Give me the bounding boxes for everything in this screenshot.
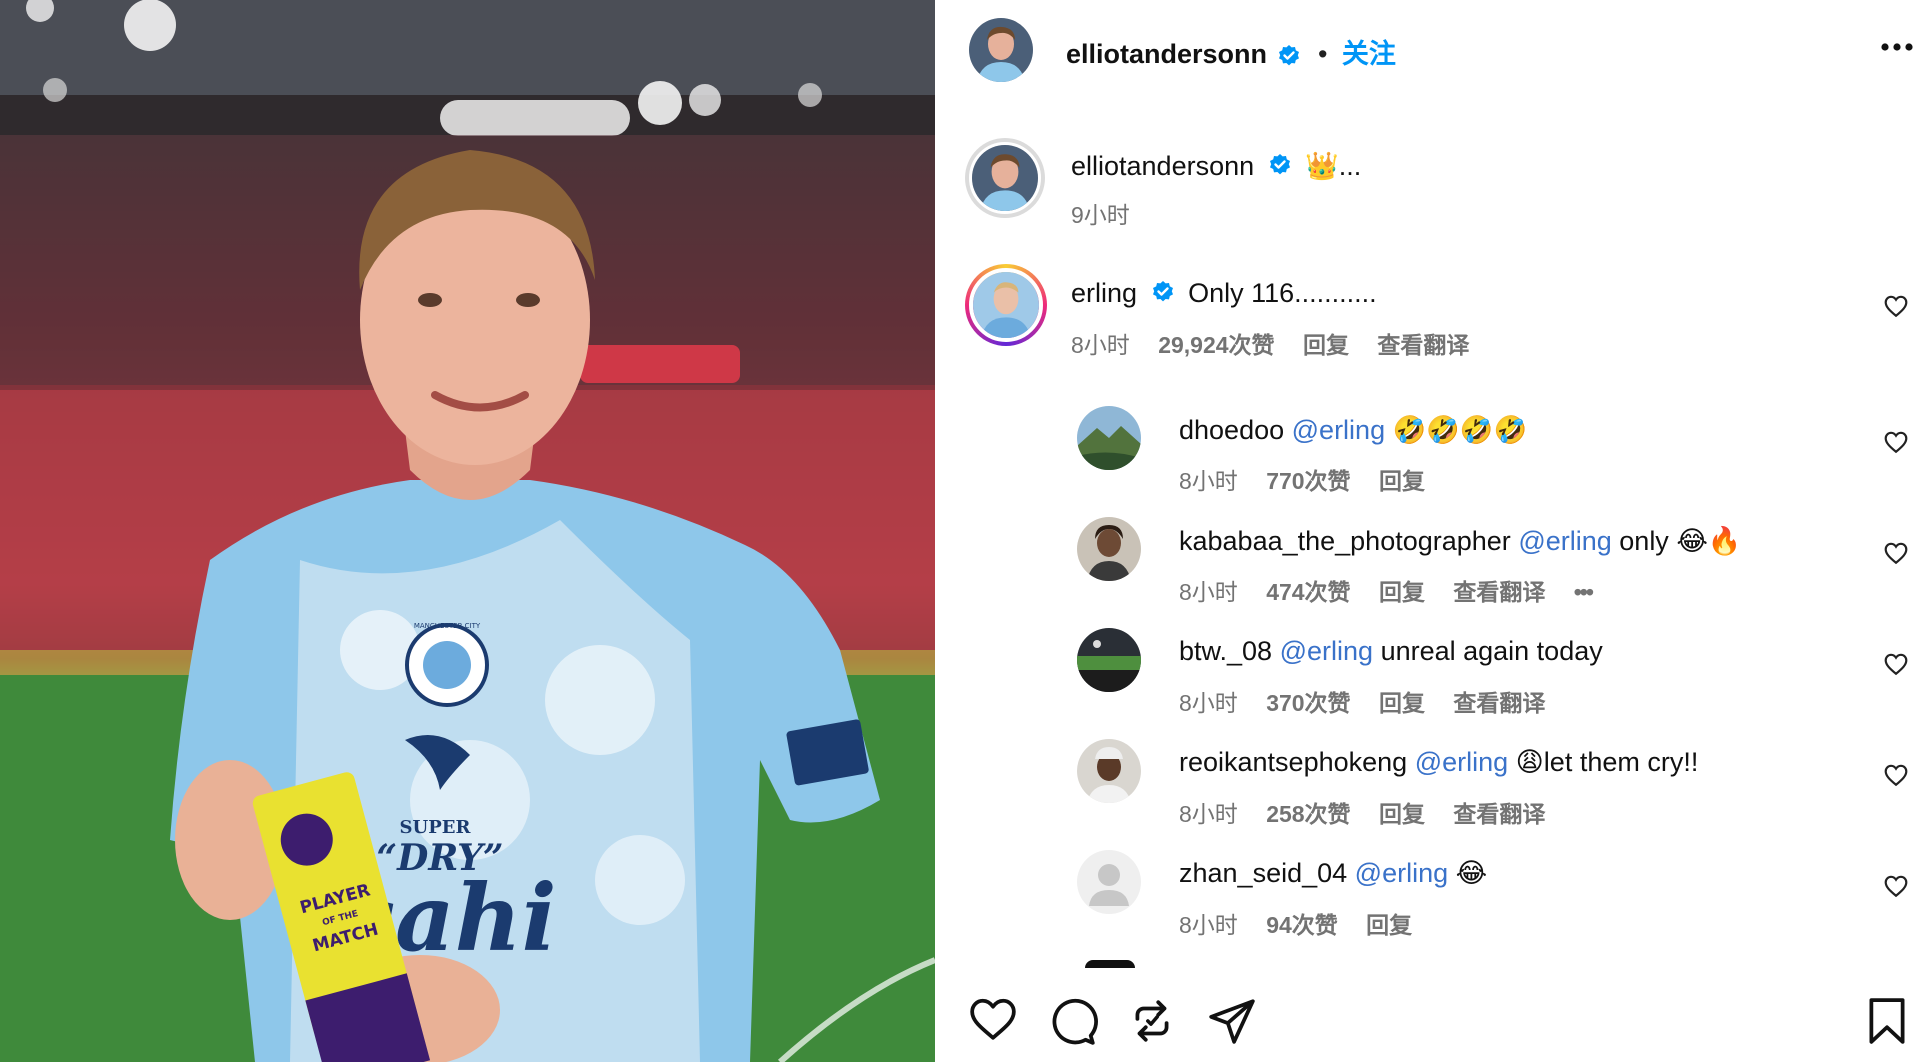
author-avatar[interactable] [969, 18, 1033, 82]
heart-icon[interactable] [1883, 762, 1909, 788]
comment-time: 8小时 [1179, 690, 1238, 716]
commenter-avatar[interactable] [1077, 628, 1141, 692]
share-icon[interactable] [1207, 996, 1257, 1046]
comment-mention[interactable]: @erling [1355, 858, 1448, 888]
bookmark-icon[interactable] [1862, 996, 1912, 1046]
reply-button[interactable]: 回复 [1379, 468, 1425, 494]
commenter-username[interactable]: zhan_seid_04 [1179, 858, 1347, 888]
heart-icon[interactable] [1883, 873, 1909, 899]
comment-likes[interactable]: 370次赞 [1266, 690, 1350, 716]
follow-button[interactable]: 关注 [1342, 39, 1396, 69]
heart-icon[interactable] [1883, 293, 1909, 319]
comment-likes[interactable]: 770次赞 [1266, 468, 1350, 494]
heart-icon[interactable] [1883, 540, 1909, 566]
comment-likes[interactable]: 94次赞 [1266, 912, 1338, 938]
reply-button[interactable]: 回复 [1379, 690, 1425, 716]
comment-time: 8小时 [1179, 801, 1238, 827]
reply-button[interactable]: 回复 [1366, 912, 1412, 938]
commenter-username[interactable]: dhoedoo [1179, 415, 1284, 445]
verified-badge-icon [1152, 281, 1173, 302]
comment-text: only 😂🔥 [1619, 526, 1742, 556]
commenter-avatar[interactable] [969, 268, 1043, 342]
comment-mention[interactable]: @erling [1415, 747, 1508, 777]
comment-text: 😂 [1455, 858, 1488, 888]
repost-icon[interactable] [1127, 996, 1177, 1046]
comment-time: 8小时 [1179, 912, 1238, 938]
reply-item: zhan_seid_04 @erling 😂 8小时 94次赞 回复 [935, 844, 1928, 944]
post-caption: elliotandersonn 👑... 9小时 [935, 130, 1928, 230]
clipped-avatar [1085, 960, 1135, 968]
reply-button[interactable]: 回复 [1303, 332, 1349, 358]
caption-avatar[interactable] [969, 142, 1041, 214]
caption-time: 9小时 [1071, 202, 1130, 228]
comment-mention[interactable]: @erling [1280, 636, 1373, 666]
post-detail-pane: elliotandersonn • 关注 elliotandersonn 👑..… [935, 0, 1928, 1062]
reply-item: btw._08 @erling unreal again today 8小时 3… [935, 622, 1928, 722]
author-username[interactable]: elliotandersonn [1066, 39, 1267, 69]
verified-badge-icon [1279, 45, 1300, 66]
more-icon[interactable] [1880, 42, 1914, 52]
comment-icon[interactable] [1048, 996, 1098, 1046]
reply-button[interactable]: 回复 [1379, 801, 1425, 827]
heart-icon[interactable] [1883, 429, 1909, 455]
caption-text: 👑... [1305, 151, 1362, 181]
crest-text: MANCHESTER CITY [414, 622, 481, 630]
header-separator: • [1317, 39, 1328, 69]
commenter-avatar[interactable] [1077, 517, 1141, 581]
comment-time: 8小时 [1071, 332, 1130, 358]
commenter-username[interactable]: reoikantsephokeng [1179, 747, 1407, 777]
comment-mention[interactable]: @erling [1292, 415, 1385, 445]
heart-icon[interactable] [1883, 651, 1909, 677]
comment-likes[interactable]: 258次赞 [1266, 801, 1350, 827]
comment-text: unreal again today [1380, 636, 1603, 666]
commenter-avatar[interactable] [1077, 406, 1141, 470]
translate-button[interactable]: 查看翻译 [1377, 332, 1469, 358]
comment-text: 🤣🤣🤣🤣 [1392, 415, 1528, 445]
post-photo[interactable]: MANCHESTER CITY SUPER “DRY” sahi PLAYER … [0, 0, 935, 1062]
post-header: elliotandersonn • 关注 [935, 0, 1928, 100]
sponsor-line1: SUPER [400, 817, 472, 838]
player-photo-illustration: MANCHESTER CITY SUPER “DRY” sahi PLAYER … [0, 0, 935, 1062]
default-avatar-icon[interactable] [1077, 850, 1141, 914]
translate-button[interactable]: 查看翻译 [1453, 690, 1545, 716]
reply-button[interactable]: 回复 [1379, 579, 1425, 605]
commenter-username[interactable]: btw._08 [1179, 636, 1272, 666]
commenter-username[interactable]: kababaa_the_photographer [1179, 526, 1511, 556]
commenter-avatar[interactable] [1077, 739, 1141, 803]
comment-time: 8小时 [1179, 468, 1238, 494]
comment-text: 😩let them cry!! [1515, 747, 1699, 777]
comment-item: erling Only 116........... 8小时 29,924次赞 … [935, 262, 1928, 372]
commenter-username[interactable]: erling [1071, 278, 1137, 308]
heart-icon[interactable] [968, 994, 1018, 1044]
reply-item: kababaa_the_photographer @erling only 😂🔥… [935, 511, 1928, 611]
more-options-icon[interactable]: ••• [1574, 579, 1594, 605]
comment-time: 8小时 [1179, 579, 1238, 605]
comment-likes[interactable]: 474次赞 [1266, 579, 1350, 605]
comment-likes[interactable]: 29,924次赞 [1158, 332, 1274, 358]
comment-mention[interactable]: @erling [1518, 526, 1611, 556]
comment-text: Only 116........... [1188, 278, 1377, 308]
caption-username[interactable]: elliotandersonn [1071, 151, 1254, 181]
reply-item: dhoedoo @erling 🤣🤣🤣🤣 8小时 770次赞 回复 [935, 400, 1928, 500]
verified-badge-icon [1269, 154, 1290, 175]
translate-button[interactable]: 查看翻译 [1453, 801, 1545, 827]
reply-item: reoikantsephokeng @erling 😩let them cry!… [935, 733, 1928, 833]
translate-button[interactable]: 查看翻译 [1453, 579, 1545, 605]
